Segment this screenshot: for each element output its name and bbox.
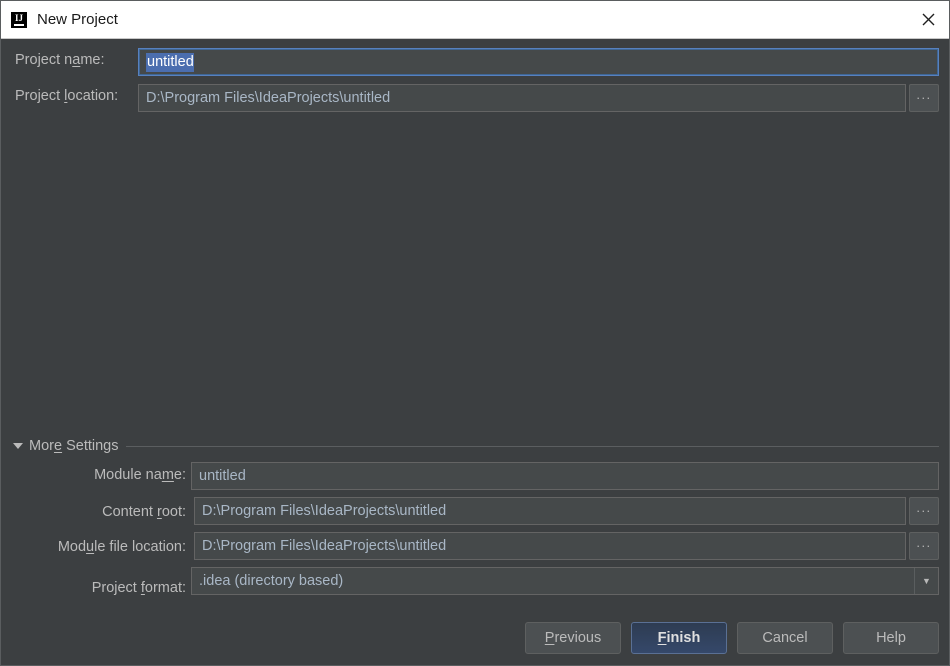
content-root-browse-label: ...	[916, 505, 931, 511]
module-name-mnemonic: m	[162, 467, 174, 483]
finish-button[interactable]: Finish	[631, 622, 727, 654]
content-root-label-text-a: Content	[102, 504, 157, 520]
module-name-label-text-a: Module na	[94, 467, 162, 483]
module-file-location-browse-button[interactable]: ...	[909, 532, 939, 560]
finish-button-label: inish	[667, 630, 701, 646]
more-settings-separator	[126, 446, 939, 447]
close-icon[interactable]	[905, 1, 950, 38]
project-format-value: .idea (directory based)	[192, 573, 914, 589]
project-name-label-text-b: me:	[80, 52, 104, 68]
content-root-label: Content root:	[39, 505, 186, 520]
content-root-input[interactable]: D:\Program Files\IdeaProjects\untitled	[194, 497, 906, 525]
content-root-label-text-b: oot:	[162, 504, 186, 520]
project-name-label-text-a: Project n	[15, 52, 72, 68]
previous-button[interactable]: Previous	[525, 622, 621, 654]
intellij-idea-icon: IJ	[11, 12, 27, 28]
project-location-browse-button[interactable]: ...	[909, 84, 939, 112]
module-file-location-label-text-b: le file location:	[94, 539, 186, 555]
module-name-label-text-b: e:	[174, 467, 186, 483]
project-location-label-text-a: Project	[15, 88, 64, 104]
module-file-location-value: D:\Program Files\IdeaProjects\untitled	[202, 538, 446, 554]
module-file-location-browse-label: ...	[916, 540, 931, 546]
previous-button-label: revious	[554, 630, 601, 646]
module-file-location-input[interactable]: D:\Program Files\IdeaProjects\untitled	[194, 532, 906, 560]
help-button[interactable]: Help	[843, 622, 939, 654]
project-name-label: Project name:	[15, 53, 104, 68]
help-button-label: Help	[876, 630, 906, 646]
project-name-value: untitled	[146, 53, 194, 72]
project-name-input[interactable]: untitled	[138, 48, 939, 76]
module-name-label: Module name:	[39, 468, 186, 483]
more-settings-label-text-a: Mor	[29, 438, 54, 454]
project-location-input[interactable]: D:\Program Files\IdeaProjects\untitled	[138, 84, 906, 112]
dialog-button-bar: Previous Finish Cancel Help	[525, 622, 939, 654]
module-name-value: untitled	[199, 468, 246, 484]
module-file-location-mnemonic: u	[86, 539, 94, 555]
module-file-location-label: Module file location:	[39, 540, 186, 555]
title-bar: IJ New Project	[1, 1, 950, 39]
dialog-body: Project name: untitled Project location:…	[1, 39, 950, 666]
project-format-label: Project format:	[39, 581, 186, 596]
project-format-label-text-a: Project	[92, 580, 141, 596]
chevron-down-icon[interactable]: ▼	[914, 568, 938, 594]
new-project-dialog: IJ New Project Project name: untitled Pr…	[0, 0, 950, 666]
content-root-value: D:\Program Files\IdeaProjects\untitled	[202, 503, 446, 519]
cancel-button-label: Cancel	[762, 630, 807, 646]
triangle-down-icon[interactable]	[13, 443, 23, 449]
content-root-browse-button[interactable]: ...	[909, 497, 939, 525]
module-name-input[interactable]: untitled	[191, 462, 939, 490]
project-location-label: Project location:	[15, 89, 118, 104]
project-location-label-text-b: ocation:	[67, 88, 118, 104]
project-location-browse-label: ...	[916, 92, 931, 98]
project-location-value: D:\Program Files\IdeaProjects\untitled	[146, 90, 390, 106]
cancel-button[interactable]: Cancel	[737, 622, 833, 654]
project-format-select[interactable]: .idea (directory based) ▼	[191, 567, 939, 595]
more-settings-header[interactable]: More Settings	[13, 436, 939, 456]
project-format-label-text-b: ormat:	[145, 580, 186, 596]
previous-button-mnemonic: P	[545, 630, 555, 646]
window-title: New Project	[37, 11, 118, 28]
more-settings-label-text-b: Settings	[62, 438, 118, 454]
more-settings-mnemonic: e	[54, 438, 62, 454]
finish-button-mnemonic: F	[658, 630, 667, 646]
module-file-location-label-text-a: Mod	[58, 539, 86, 555]
